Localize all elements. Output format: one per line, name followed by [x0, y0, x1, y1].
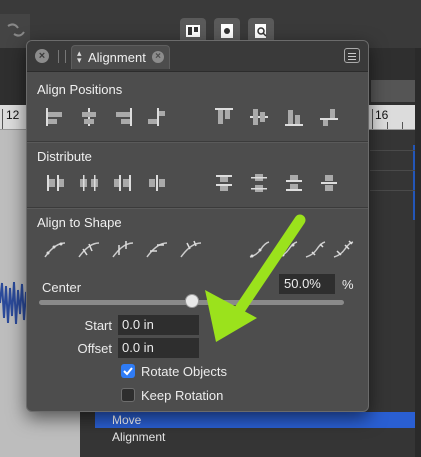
- start-label: Start: [84, 318, 112, 333]
- up-down-chevron-icon[interactable]: ▴ ▾: [77, 49, 82, 65]
- align-bottom-edge-icon[interactable]: [280, 104, 308, 130]
- section-title-distribute: Distribute: [37, 149, 92, 164]
- distribute-bottom-icon[interactable]: [280, 170, 308, 196]
- align-center-icon[interactable]: [75, 104, 103, 130]
- rotate-objects-checkbox[interactable]: [121, 364, 135, 378]
- align-right-edge-icon[interactable]: [109, 104, 137, 130]
- tab-alignment[interactable]: ▴ ▾ Alignment ×: [71, 45, 170, 69]
- shape-distribute-2-icon[interactable]: [273, 237, 301, 263]
- timeline-strip: [371, 80, 421, 102]
- distribute-center-icon[interactable]: [75, 170, 103, 196]
- section-divider: [27, 207, 368, 209]
- close-panel-icon[interactable]: ×: [35, 49, 49, 63]
- center-percent-field[interactable]: 50.0%: [279, 274, 335, 294]
- section-title-align-positions: Align Positions: [37, 82, 123, 97]
- alignment-panel: × ▴ ▾ Alignment × Align Positions Distrib…: [26, 40, 369, 412]
- offset-label: Offset: [77, 341, 112, 356]
- checkmark-icon: [123, 367, 133, 376]
- panel-menu-icon[interactable]: [344, 48, 360, 63]
- list-row: [370, 170, 421, 187]
- section-divider: [27, 141, 368, 143]
- align-middle-icon[interactable]: [245, 104, 273, 130]
- distribute-spacing-vertical-icon[interactable]: [315, 170, 343, 196]
- drag-handle-icon[interactable]: [58, 50, 66, 63]
- distribute-middle-icon[interactable]: [245, 170, 273, 196]
- shape-align-1-icon[interactable]: [41, 237, 69, 263]
- keep-rotation-label[interactable]: Keep Rotation: [141, 388, 223, 403]
- ruler-label: 12: [6, 108, 20, 122]
- panel-header[interactable]: × ▴ ▾ Alignment ×: [27, 41, 368, 72]
- distribute-top-icon[interactable]: [210, 170, 238, 196]
- shape-distribute-4-icon[interactable]: [329, 237, 357, 263]
- shape-distribute-1-icon[interactable]: [245, 237, 273, 263]
- center-slider-knob[interactable]: [184, 294, 199, 308]
- distribute-left-icon[interactable]: [41, 170, 69, 196]
- shape-align-5-icon[interactable]: [177, 237, 205, 263]
- list-item-alignment[interactable]: Alignment: [112, 430, 165, 444]
- list-row: [370, 190, 421, 207]
- align-bottom-flag-icon[interactable]: [315, 104, 343, 130]
- align-top-edge-icon[interactable]: [210, 104, 238, 130]
- section-title-align-to-shape: Align to Shape: [37, 215, 122, 230]
- keep-rotation-checkbox[interactable]: [121, 388, 135, 402]
- close-tab-icon[interactable]: ×: [152, 51, 164, 63]
- center-label: Center: [42, 280, 82, 295]
- align-left-edge-icon[interactable]: [41, 104, 69, 130]
- scrollbar[interactable]: [415, 48, 421, 457]
- rotate-objects-label[interactable]: Rotate Objects: [141, 364, 227, 379]
- align-left-flag-icon[interactable]: [143, 104, 171, 130]
- shape-align-2-icon[interactable]: [75, 237, 103, 263]
- list-row: [370, 150, 421, 167]
- shape-align-4-icon[interactable]: [143, 237, 171, 263]
- distribute-spacing-horizontal-icon[interactable]: [143, 170, 171, 196]
- tab-label: Alignment: [88, 50, 146, 65]
- list-item-move[interactable]: Move: [95, 412, 421, 428]
- shape-distribute-3-icon[interactable]: [301, 237, 329, 263]
- start-field[interactable]: 0.0 in: [118, 315, 199, 335]
- audio-waveform: [0, 281, 28, 325]
- offset-field[interactable]: 0.0 in: [118, 338, 199, 358]
- distribute-right-icon[interactable]: [109, 170, 137, 196]
- shape-align-3-icon[interactable]: [109, 237, 137, 263]
- ruler-label: 16: [375, 108, 389, 122]
- percent-unit-label: %: [342, 277, 354, 292]
